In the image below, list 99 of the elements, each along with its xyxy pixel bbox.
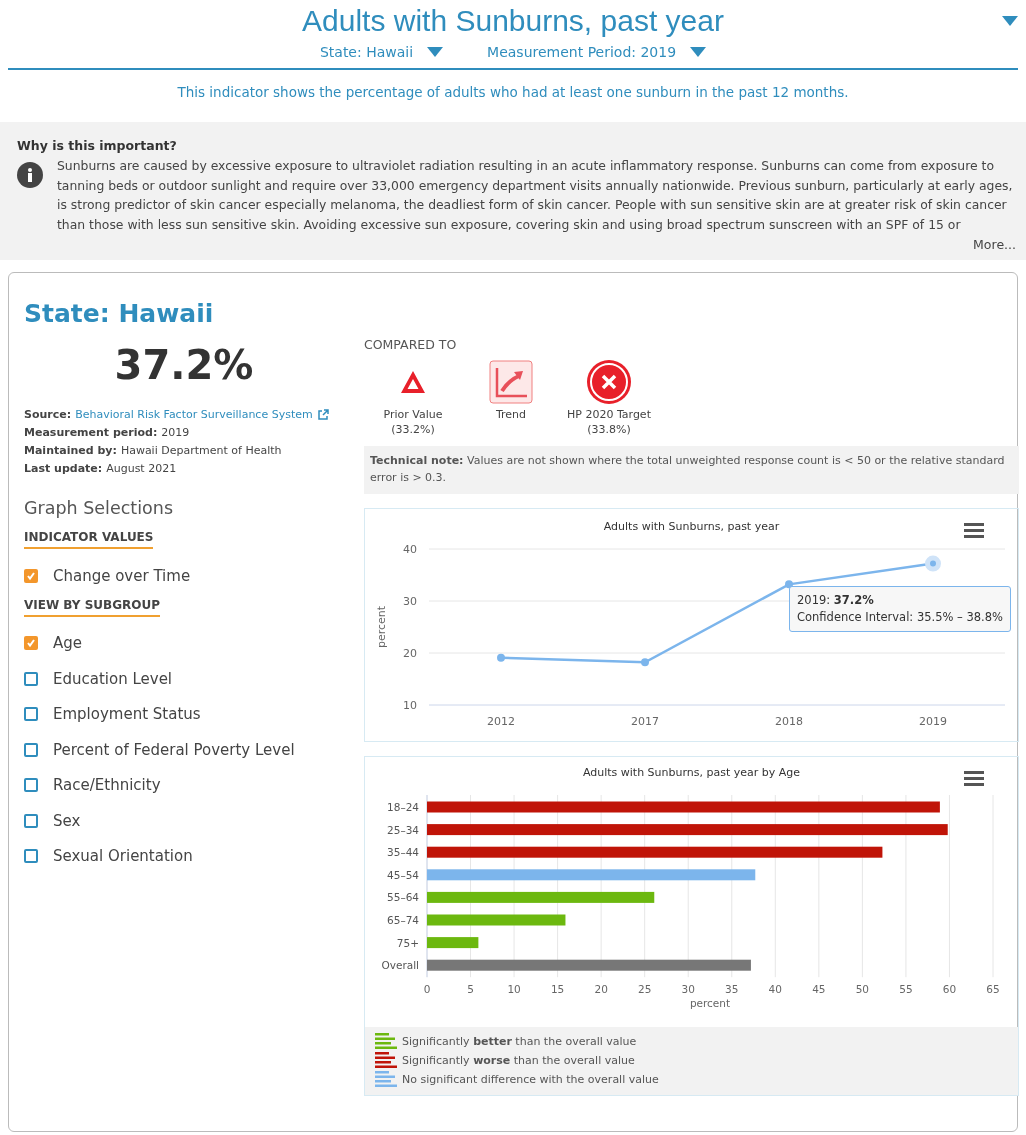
bar (427, 937, 479, 949)
checkbox[interactable] (24, 742, 38, 757)
checkbox-label: Change over Time (53, 566, 191, 585)
menu-icon[interactable] (964, 523, 984, 538)
external-link-icon[interactable] (316, 409, 329, 421)
axis-tick: 20 (403, 647, 417, 660)
axis-tick: 30 (403, 595, 417, 608)
checkbox[interactable] (24, 636, 38, 651)
compare-label: HP 2020 Target (567, 408, 651, 421)
group-heading: INDICATOR VALUES (24, 530, 154, 549)
checkbox[interactable] (24, 707, 38, 722)
axis-tick: 2017 (631, 715, 659, 728)
caret-icon[interactable] (1002, 16, 1018, 26)
chart-title: Adults with Sunburns, past year (603, 520, 780, 533)
axis-tick: 25 (638, 983, 652, 996)
info-text: Sunburns are caused by excessive exposure to ultraviolet radiation resulting in an acute inflammatory response. Sunburns can come from exposure to tanning beds or outdoor sunlight and require over 33,000 emergency department visits annually nationwide. Previous sunburn, particularly at early ages, is strong predictor of skin cancer especially melanoma, the deadliest form of skin cancer. People with sun sensitive skin are at greater risk of skin cancer than those with less sun sensitive skin. Avoiding excessive sun exposure, covering skin and using broad spectrum sunscreen with an SPF of 15 or (57, 157, 1014, 234)
axis-tick: 40 (768, 983, 782, 996)
detail-label: Maintained by: (24, 443, 117, 459)
axis-tick: 35–44 (387, 846, 419, 859)
info-icon (17, 162, 43, 188)
axis-tick: 75+ (396, 936, 419, 949)
chart-title: Adults with Sunburns, past year by Age (582, 766, 801, 779)
axis-tick: 55 (899, 983, 913, 996)
checkbox-label: Percent of Federal Poverty Level (53, 740, 295, 759)
compare-value: (33.2%) (391, 423, 435, 436)
tooltip-text: 2019: 37.2% (797, 591, 875, 609)
checkbox[interactable] (24, 568, 38, 583)
checkbox-label: Sexual Orientation (53, 847, 193, 866)
axis-tick: 2019 (919, 715, 947, 728)
menu-icon[interactable] (964, 771, 984, 786)
axis-tick: 15 (550, 983, 565, 996)
section-title: Graph Selections (24, 498, 174, 518)
trend-icon (489, 360, 533, 404)
filter-dropdown[interactable]: Measurement Period: 2019 (487, 44, 707, 60)
axis-tick: 65 (986, 983, 1000, 996)
checkbox[interactable] (24, 849, 38, 864)
caret-icon (427, 47, 444, 57)
axis-tick: 2018 (775, 715, 803, 728)
axis-tick: 35 (725, 983, 739, 996)
axis-tick: 45 (812, 983, 826, 996)
data-point[interactable] (785, 580, 793, 589)
detail-label: Measurement period: (24, 425, 158, 441)
legend-icon (375, 1052, 397, 1068)
legend-icon (375, 1033, 397, 1049)
detail-value: 2019 (161, 425, 190, 441)
checkbox-label: Age (53, 634, 82, 653)
axis-label: percent (375, 605, 388, 649)
axis-tick: 55–64 (387, 891, 419, 904)
data-point[interactable] (641, 658, 649, 667)
checkbox[interactable] (24, 813, 38, 828)
info-heading: Why is this important? (17, 138, 178, 153)
source-link[interactable]: Behavioral Risk Factor Surveillance System (75, 406, 313, 424)
more-link[interactable]: More... (17, 237, 1016, 252)
compare-label: Prior Value (383, 408, 443, 421)
legend-icon (375, 1071, 397, 1087)
data-point[interactable] (925, 555, 941, 572)
caret-icon (690, 47, 707, 57)
detail-value: August 2021 (106, 461, 177, 477)
legend-text: Significantly worse than the overall value (402, 1053, 635, 1067)
state-title: State: Hawaii (24, 299, 215, 328)
checkbox[interactable] (24, 671, 38, 686)
checkbox-label: Employment Status (53, 705, 201, 724)
axis-tick: 18–24 (387, 801, 419, 813)
tooltip-text: Confidence Interval: 35.5% – 38.8% (797, 608, 1003, 626)
data-point[interactable] (497, 653, 505, 662)
detail-label: Source: (24, 407, 72, 423)
axis-tick: 10 (403, 699, 417, 712)
axis-tick: 10 (507, 983, 521, 996)
checkbox[interactable] (24, 778, 38, 793)
axis-tick: 45–54 (387, 868, 419, 881)
axis-tick: 40 (403, 543, 417, 556)
checkbox-label: Education Level (53, 669, 173, 688)
indicator-description: This indicator shows the percentage of adults who had at least one sunburn in the past 12 months. (176, 84, 850, 100)
axis-tick: 25–34 (387, 823, 419, 836)
axis-tick: 65–74 (387, 914, 419, 926)
page-title: Adults with Sunburns, past year (301, 4, 725, 38)
filter-dropdown[interactable]: State: Hawaii (319, 44, 444, 60)
legend-text: Significantly better than the overall value (402, 1034, 637, 1048)
group-heading: VIEW BY SUBGROUP (24, 597, 161, 617)
axis-tick: 0 (423, 983, 431, 996)
compare-label: Trend (495, 408, 527, 421)
compare-value: (33.8%) (587, 423, 631, 436)
compared-heading: COMPARED TO (364, 337, 458, 352)
detail-label: Last update: (24, 461, 103, 477)
checkbox-label: Sex (53, 811, 81, 830)
legend-text: No significant difference with the overall value (402, 1072, 659, 1086)
indicator-value: 37.2% (113, 342, 255, 388)
axis-tick: 2012 (487, 715, 515, 728)
checkbox-label: Race/Ethnicity (53, 776, 161, 795)
axis-label: percent (689, 997, 731, 1010)
axis-tick: 60 (942, 983, 957, 996)
axis-tick: 30 (681, 983, 695, 996)
close-icon (586, 359, 632, 405)
technical-note: Technical note: Values are not shown where the total unweighted response count is < 50 or the relative standard error is > 0.3. (364, 446, 1019, 494)
axis-tick: 5 (467, 983, 474, 996)
axis-tick: Overall (381, 959, 419, 972)
axis-tick: 50 (855, 983, 870, 996)
detail-value: Hawaii Department of Health (120, 443, 282, 459)
axis-tick: 20 (594, 983, 608, 996)
